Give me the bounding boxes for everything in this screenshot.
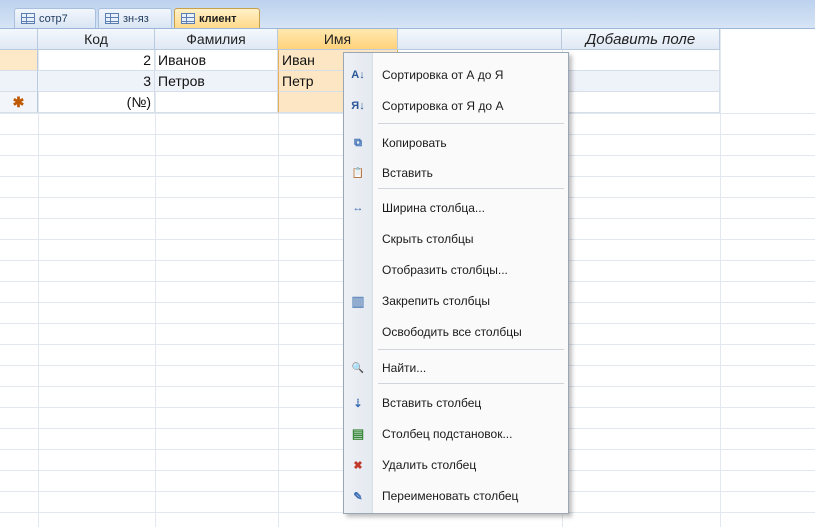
delete-column-icon: ✖	[353, 459, 363, 472]
cell-surname-new[interactable]	[155, 92, 278, 113]
menu-separator	[378, 383, 564, 384]
freeze-columns-icon: ▥	[351, 292, 365, 309]
new-record-marker[interactable]: ✱	[0, 92, 38, 113]
tab-label: клиент	[199, 12, 237, 25]
column-header-surname[interactable]: Фамилия	[155, 29, 278, 50]
cell-code-new[interactable]: (№)	[38, 92, 155, 113]
tab-zn-yaz[interactable]: зн-яз	[98, 8, 172, 28]
menu-item-insert-column[interactable]: ⇣ Вставить столбец	[344, 390, 568, 416]
sort-az-icon: A↓	[351, 69, 365, 81]
menu-separator	[378, 188, 564, 189]
column-context-menu: A↓ Сортировка от А до Я Я↓ Сортировка от…	[343, 52, 569, 514]
menu-item-label: Сортировка от А до Я	[382, 68, 504, 82]
menu-item-label: Скрыть столбцы	[382, 232, 474, 246]
menu-item-label: Столбец подстановок...	[382, 427, 513, 441]
row-selector[interactable]	[0, 50, 38, 71]
table-icon	[21, 13, 35, 24]
menu-item-label: Закрепить столбцы	[382, 294, 490, 308]
cell-code[interactable]: 2	[38, 50, 155, 71]
menu-item-label: Вставить столбец	[382, 396, 482, 410]
object-tab-bar: сотр7 зн-яз клиент	[0, 0, 815, 29]
sort-za-icon: Я↓	[351, 100, 365, 112]
menu-item-freeze-columns[interactable]: ▥ Закрепить столбцы	[344, 288, 568, 314]
copy-icon: ⧉	[354, 136, 362, 149]
tab-label: зн-яз	[123, 12, 149, 25]
cell-add-field-new[interactable]	[562, 92, 720, 113]
menu-item-paste[interactable]: 📋 Вставить	[344, 160, 568, 186]
row-selector[interactable]	[0, 71, 38, 92]
lookup-column-icon: ▤	[351, 426, 365, 441]
menu-item-label: Удалить столбец	[382, 458, 477, 472]
cell-add-field[interactable]	[562, 50, 720, 71]
menu-separator	[378, 123, 564, 124]
paste-icon: 📋	[351, 167, 365, 179]
find-binoculars-icon: 🔍	[351, 362, 365, 374]
select-all-corner[interactable]	[0, 29, 38, 50]
cell-surname[interactable]: Иванов	[155, 50, 278, 71]
table-icon	[181, 13, 195, 24]
column-header-hidden[interactable]	[398, 29, 562, 50]
table-icon	[105, 13, 119, 24]
menu-item-label: Ширина столбца...	[382, 201, 485, 215]
cell-surname[interactable]: Петров	[155, 71, 278, 92]
menu-separator	[378, 349, 564, 350]
menu-item-sort-asc[interactable]: A↓ Сортировка от А до Я	[344, 62, 568, 88]
tab-label: сотр7	[39, 12, 68, 25]
tab-sotr7[interactable]: сотр7	[14, 8, 96, 28]
menu-item-label: Копировать	[382, 136, 447, 150]
insert-column-icon: ⇣	[353, 397, 363, 410]
menu-item-lookup-column[interactable]: ▤ Столбец подстановок...	[344, 421, 568, 447]
column-width-icon: ↔	[352, 202, 364, 214]
column-header-name[interactable]: Имя	[278, 29, 398, 50]
column-header-code[interactable]: Код	[38, 29, 155, 50]
menu-item-delete-column[interactable]: ✖ Удалить столбец	[344, 452, 568, 478]
menu-item-label: Переименовать столбец	[382, 489, 519, 503]
menu-item-label: Отобразить столбцы...	[382, 263, 508, 277]
cell-code[interactable]: 3	[38, 71, 155, 92]
menu-item-label: Сортировка от Я до А	[382, 99, 504, 113]
menu-item-column-width[interactable]: ↔ Ширина столбца...	[344, 195, 568, 221]
tab-klient[interactable]: клиент	[174, 8, 260, 28]
menu-item-unhide-columns[interactable]: Отобразить столбцы...	[344, 257, 568, 283]
cell-add-field[interactable]	[562, 71, 720, 92]
menu-item-label: Вставить	[382, 166, 433, 180]
menu-item-hide-columns[interactable]: Скрыть столбцы	[344, 226, 568, 252]
menu-item-unfreeze-columns[interactable]: Освободить все столбцы	[344, 319, 568, 345]
menu-item-label: Найти...	[382, 361, 427, 375]
menu-item-sort-desc[interactable]: Я↓ Сортировка от Я до А	[344, 93, 568, 119]
menu-item-rename-column[interactable]: ✎ Переименовать столбец	[344, 483, 568, 509]
menu-item-copy[interactable]: ⧉ Копировать	[344, 130, 568, 156]
menu-item-find[interactable]: 🔍 Найти...	[344, 355, 568, 381]
column-header-add-field[interactable]: Добавить поле	[562, 29, 720, 50]
menu-item-label: Освободить все столбцы	[382, 325, 522, 339]
rename-column-icon: ✎	[353, 490, 363, 503]
